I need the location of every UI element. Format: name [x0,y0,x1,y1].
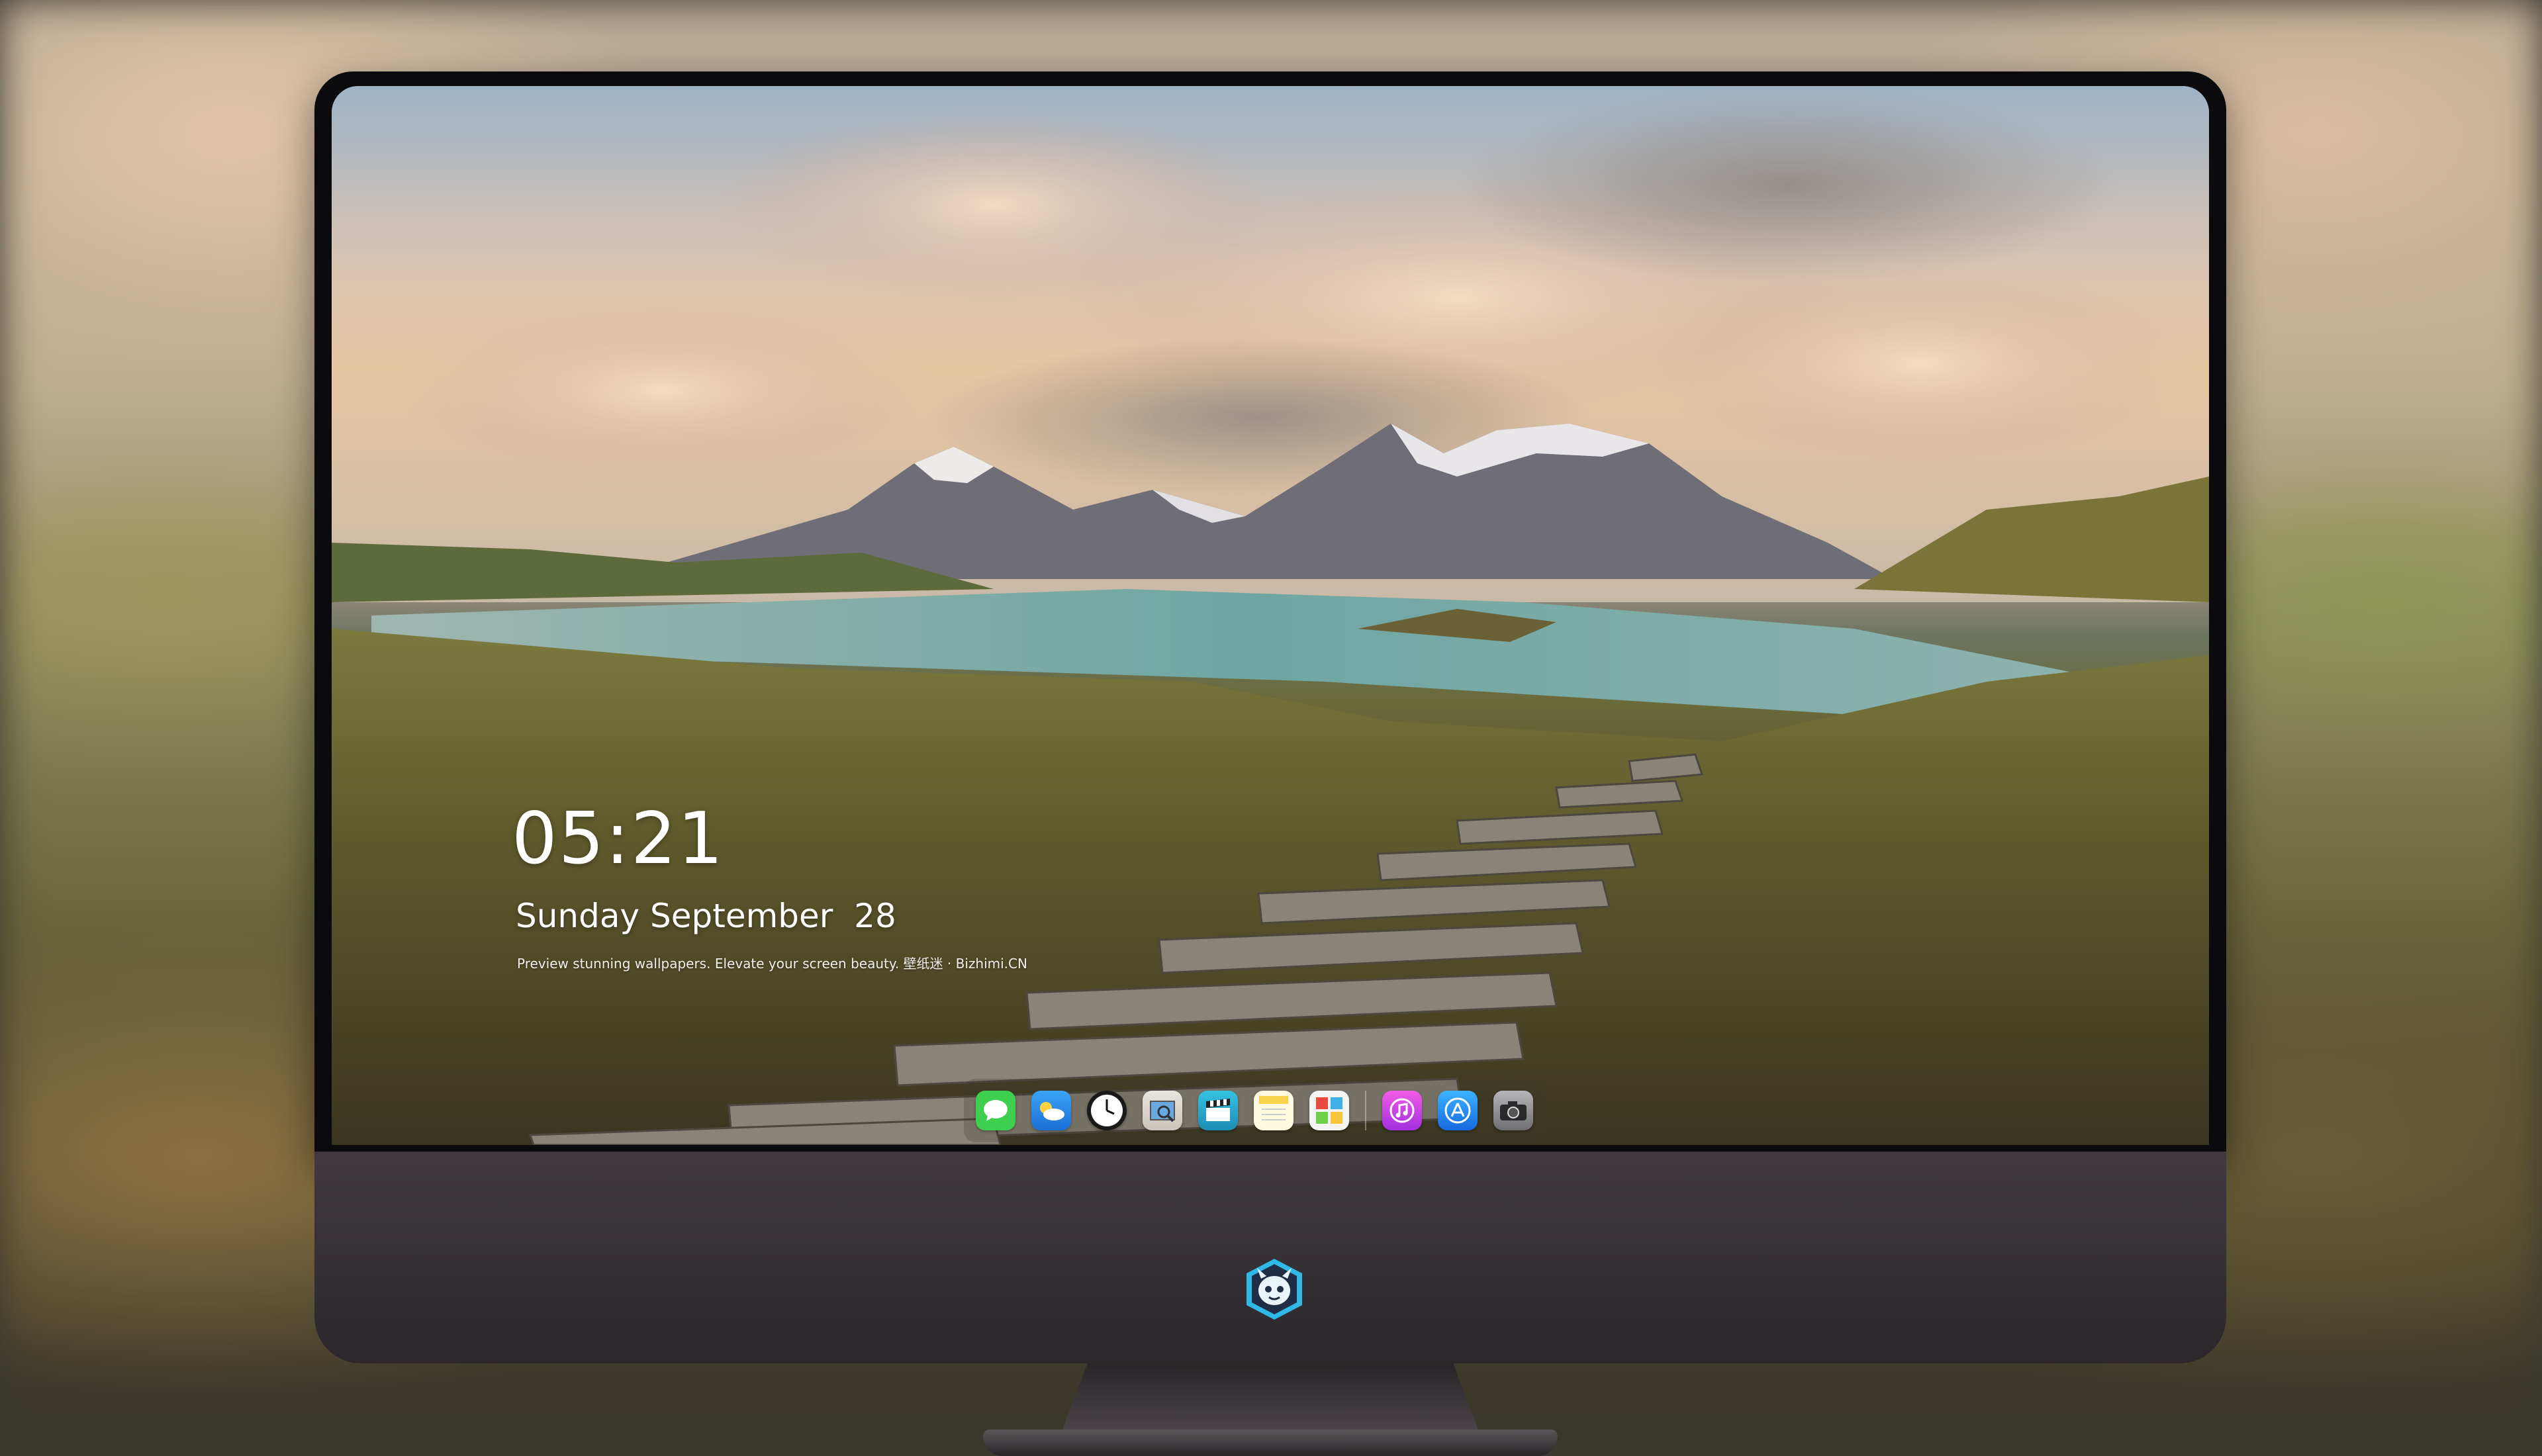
dock-separator [1365,1091,1366,1130]
camera-icon[interactable] [1493,1091,1533,1130]
dragon-mascot-logo-icon [1247,1259,1302,1320]
monitor-stand-foot [983,1430,1558,1456]
lockscreen-time: 05:21 [512,797,725,880]
final-cut-icon[interactable] [1198,1091,1238,1130]
lockscreen-tagline: Preview stunning wallpapers. Elevate you… [517,956,1027,972]
messages-icon[interactable] [976,1091,1015,1130]
clock-icon[interactable] [1087,1091,1127,1130]
screen[interactable]: 05:21 Sunday September 28 Preview stunni… [332,86,2209,1145]
dock [964,1079,1545,1142]
monitor-stand-neck [1062,1363,1478,1430]
notes-icon[interactable] [1254,1091,1294,1130]
monitor: 05:21 Sunday September 28 Preview stunni… [314,71,2226,1456]
photo-booth-icon[interactable] [1309,1091,1349,1130]
wallpaper-landscape [332,86,2209,1145]
app-store-icon[interactable] [1438,1091,1478,1130]
music-icon[interactable] [1382,1091,1422,1130]
preview-icon[interactable] [1143,1091,1182,1130]
lockscreen-date: Sunday September 28 [516,897,896,935]
weather-icon[interactable] [1031,1091,1071,1130]
